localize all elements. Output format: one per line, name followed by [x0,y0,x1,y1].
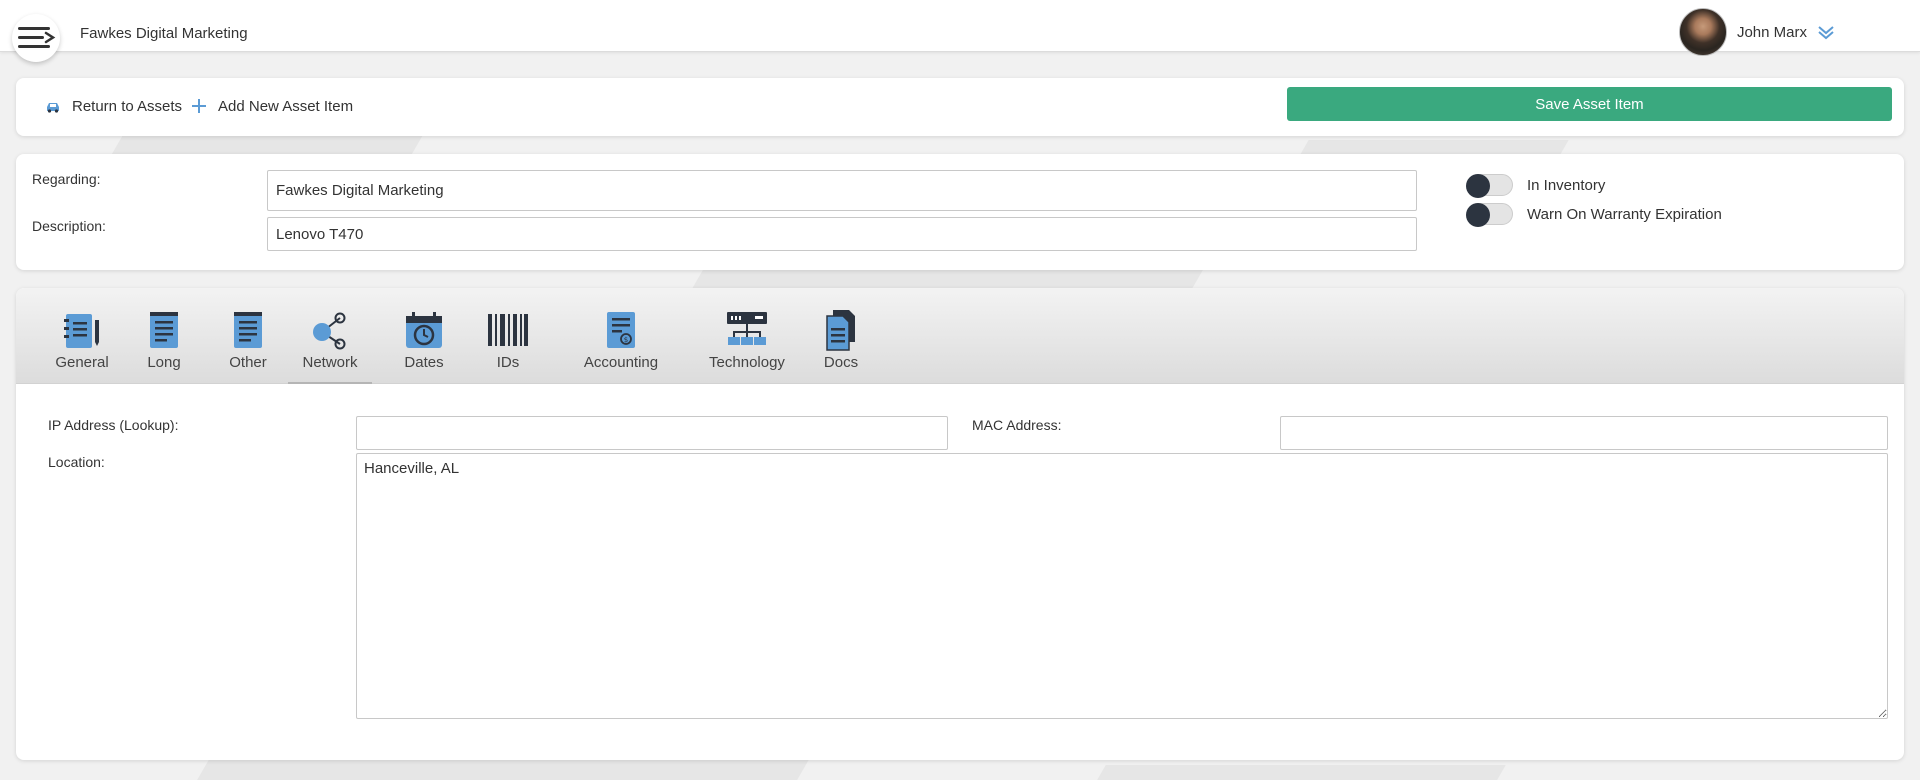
return-to-assets-link[interactable]: Return to Assets [44,97,182,115]
tab-other[interactable]: Other [216,308,280,384]
user-name: John Marx [1736,23,1807,41]
actions-bar: Return to Assets Add New Asset Item Save… [16,78,1904,136]
ip-address-label: IP Address (Lookup): [48,417,179,433]
car-icon [47,103,59,113]
invoice-icon: $ [607,312,635,348]
plus-icon [192,99,206,113]
tab-accounting[interactable]: $ Accounting [561,308,681,384]
tab-network[interactable]: Network [288,308,372,384]
tab-ids-label: IDs [496,354,520,371]
tab-long-label: Long [147,354,181,371]
ip-address-field[interactable] [356,416,948,450]
notepad-icon [150,312,178,348]
tab-ids[interactable]: IDs [476,308,540,384]
svg-text:$: $ [624,336,628,344]
avatar [1678,8,1727,56]
add-new-asset-item-link[interactable]: Add New Asset Item [190,97,353,115]
tab-bar: General Long Other Network Dates IDs $ A… [16,288,1904,384]
tab-network-label: Network [302,354,358,371]
description-field[interactable] [267,217,1417,251]
in-inventory-toggle[interactable] [1466,174,1513,198]
in-inventory-label: In Inventory [1527,177,1606,194]
barcode-icon [488,314,528,346]
chevron-down-icon [1818,26,1834,40]
notebook-pen-icon [64,314,99,348]
top-bar: Fawkes Digital Marketing John Marx [0,0,1920,62]
save-asset-item-button[interactable]: Save Asset Item [1287,87,1892,121]
server-network-icon [727,312,767,345]
notepad-icon [234,312,262,348]
regarding-field[interactable] [267,170,1417,211]
documents-icon [826,310,855,351]
company-name: Fawkes Digital Marketing [80,25,248,42]
tab-other-label: Other [229,354,267,371]
calendar-clock-icon [406,312,442,348]
tab-dates[interactable]: Dates [388,308,460,384]
asset-info-panel: Regarding: Description: In Inventory War… [16,154,1904,270]
return-to-assets-label: Return to Assets [72,97,183,115]
location-label: Location: [48,454,105,470]
user-menu[interactable]: John Marx [1678,8,1835,56]
tab-general[interactable]: General [40,308,124,384]
warn-warranty-label: Warn On Warranty Expiration [1527,206,1722,223]
tab-long[interactable]: Long [132,308,196,384]
mac-address-label: MAC Address: [972,417,1062,433]
menu-button[interactable] [12,14,60,62]
warn-warranty-toggle[interactable] [1466,203,1513,227]
tab-technology-label: Technology [709,354,785,371]
tab-general-label: General [55,354,109,371]
details-tabs-panel: General Long Other Network Dates IDs $ A… [16,288,1904,760]
hamburger-menu-icon [18,27,56,48]
tab-technology[interactable]: Technology [687,308,807,384]
share-network-icon [313,312,346,350]
tab-docs[interactable]: Docs [809,308,873,384]
add-new-asset-item-label: Add New Asset Item [218,97,354,115]
mac-address-field[interactable] [1280,416,1888,450]
tab-accounting-label: Accounting [583,354,659,371]
location-field[interactable]: Hanceville, AL [356,453,1888,719]
regarding-label: Regarding: [32,171,101,187]
tab-docs-label: Docs [823,354,859,371]
tab-dates-label: Dates [404,354,444,371]
description-label: Description: [32,218,106,234]
